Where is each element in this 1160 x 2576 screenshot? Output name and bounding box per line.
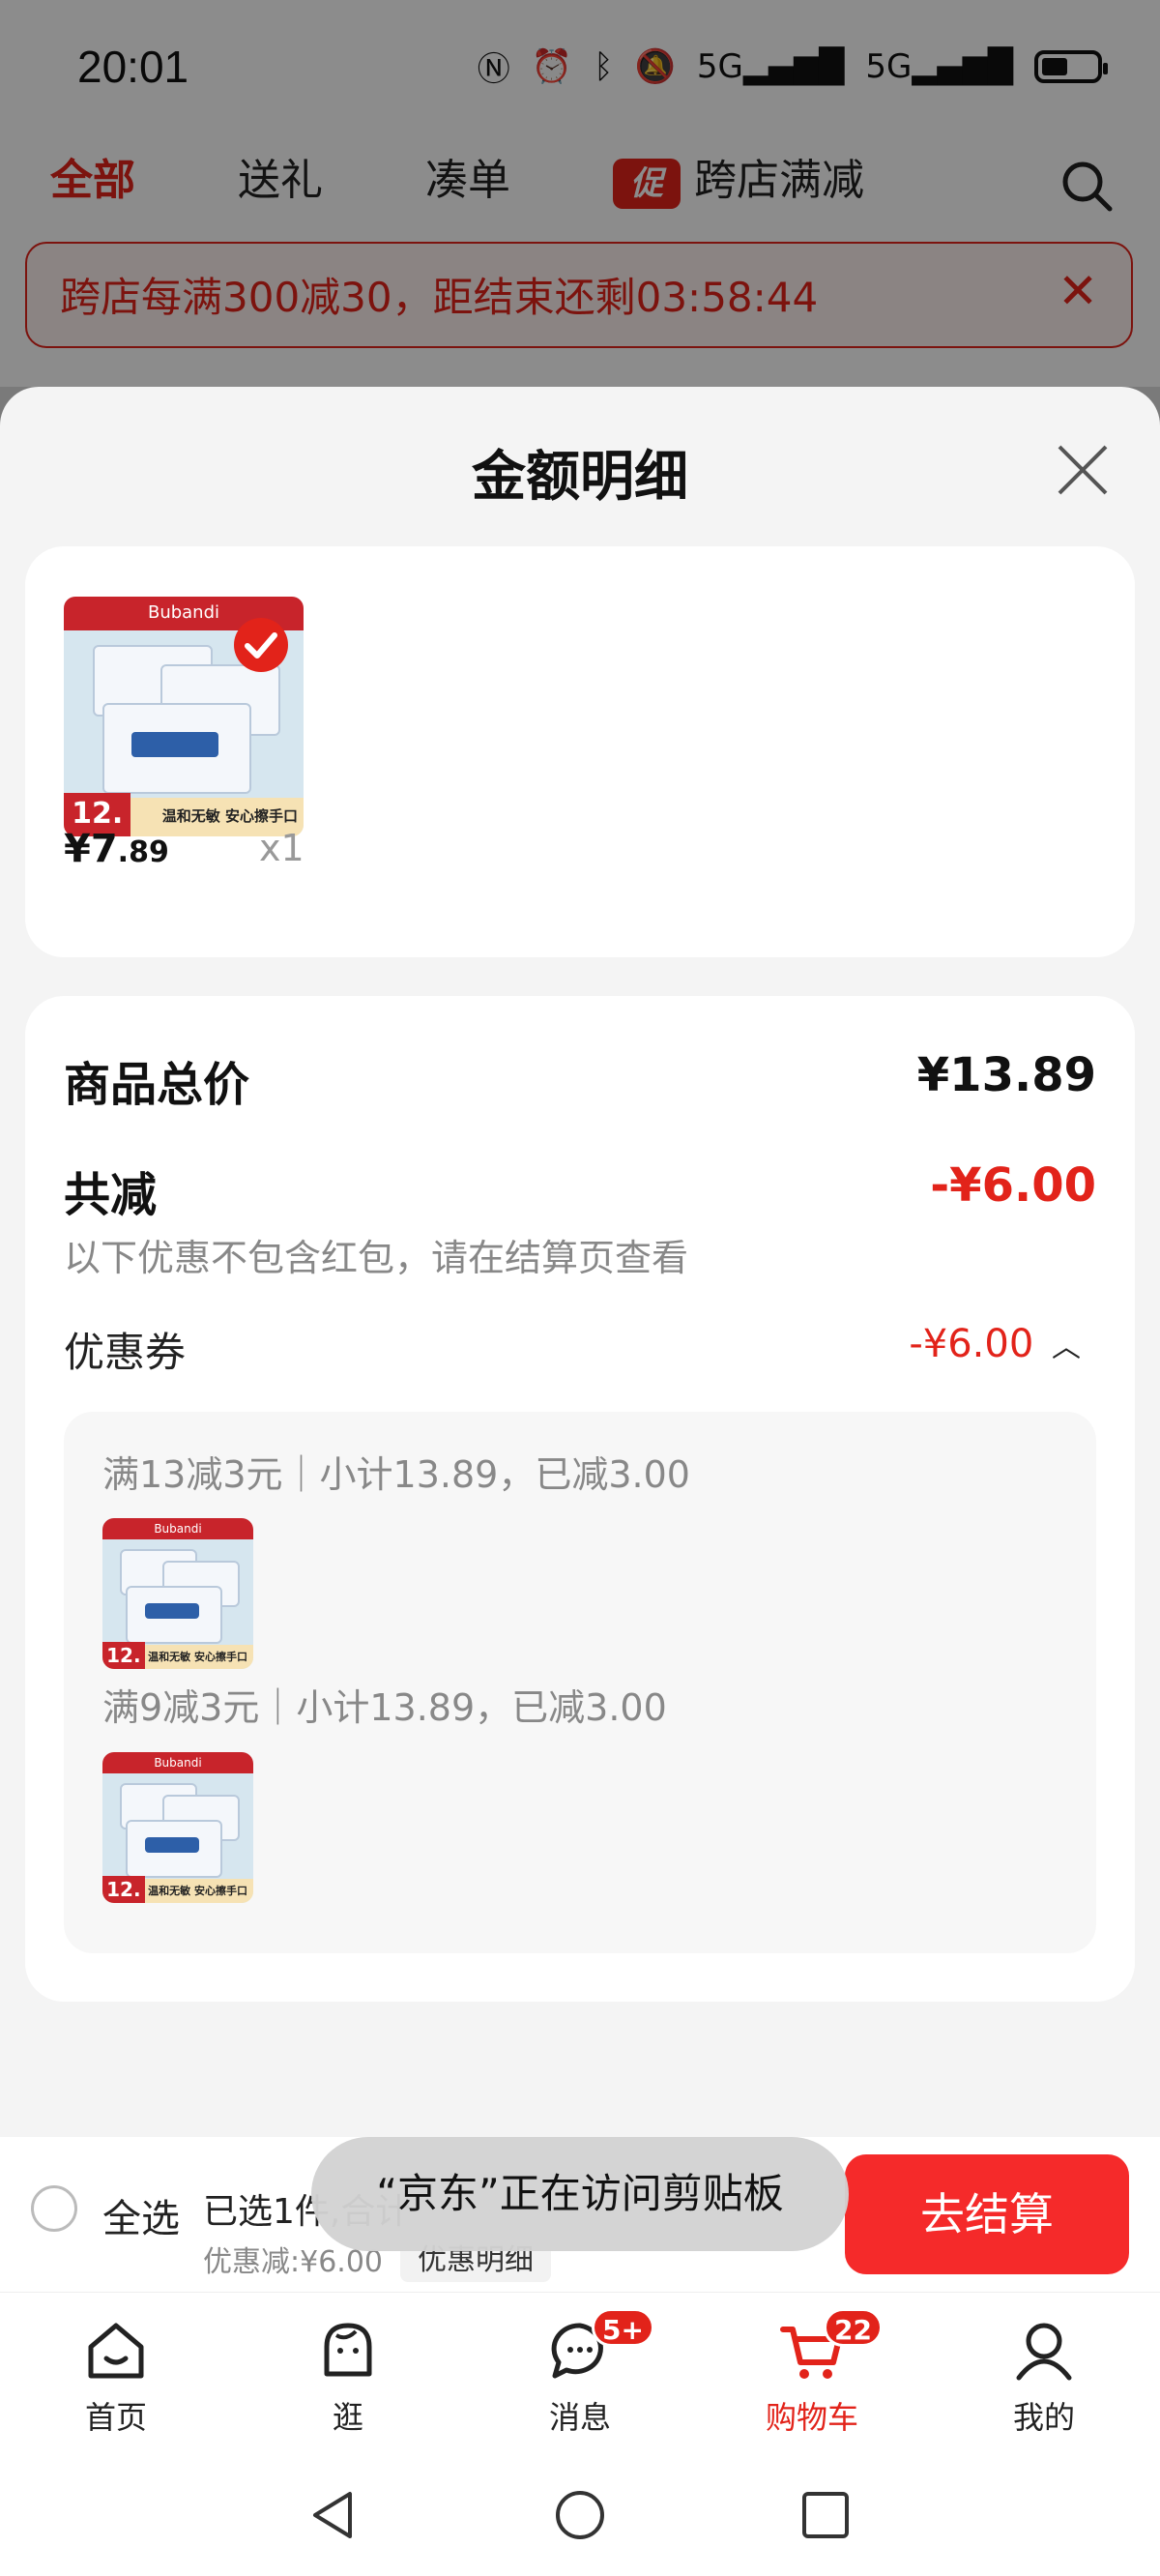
select-all-label[interactable]: 全选 bbox=[102, 2187, 180, 2243]
product-thumbnail[interactable]: Bubandi 温和无敏 安心擦手口 12. bbox=[64, 597, 304, 836]
back-icon[interactable] bbox=[307, 2488, 362, 2542]
overlay-dim[interactable] bbox=[0, 0, 1160, 387]
tab-cart[interactable]: 22 购物车 bbox=[735, 2308, 889, 2438]
tab-messages-label: 消息 bbox=[548, 2399, 611, 2436]
tab-home[interactable]: 首页 bbox=[39, 2316, 193, 2438]
tab-profile[interactable]: 我的 bbox=[967, 2316, 1121, 2438]
coupon-line-2: 满9减3元｜小计13.89，已减3.00 bbox=[102, 1686, 667, 1729]
background-page: 20:01 Ⓝ ⏰ ᛒ 🔕 5G▂▄▆█ 5G▂▄▆█ 全部 送礼 凑单 促跨店… bbox=[0, 0, 1160, 387]
tab-bar: 首页 逛 5+ 消息 22 购物车 我的 bbox=[0, 2292, 1160, 2452]
cart-badge: 22 bbox=[824, 2308, 883, 2347]
select-all-radio[interactable] bbox=[31, 2185, 77, 2232]
coupon-detail-box: 满13减3元｜小计13.89，已减3.00 Bubandi 温和无敏 安心擦手口… bbox=[64, 1412, 1096, 1953]
product-card: Bubandi 温和无敏 安心擦手口 12. ¥7.89 x1 bbox=[25, 546, 1135, 957]
amount-detail-sheet: 金额明细 Bubandi 温和无敏 安心擦手口 12. ¥7.89 x1 商品总… bbox=[0, 387, 1160, 2137]
summary-card: 商品总价 ¥13.89 共减 -¥6.00 以下优惠不包含红包，请在结算页查看 … bbox=[25, 996, 1135, 2002]
product-price: ¥7.89 bbox=[64, 827, 169, 871]
checked-icon bbox=[234, 618, 288, 672]
tab-messages[interactable]: 5+ 消息 bbox=[503, 2308, 657, 2438]
coupon-product-thumbnail[interactable]: Bubandi 温和无敏 安心擦手口 12. bbox=[102, 1518, 253, 1669]
coupon-label: 优惠券 bbox=[64, 1329, 187, 1376]
discover-icon bbox=[324, 2323, 372, 2377]
discount-note: 以下优惠不包含红包，请在结算页查看 bbox=[64, 1237, 689, 1279]
system-nav-bar bbox=[0, 2451, 1160, 2576]
home-circle-icon[interactable] bbox=[553, 2488, 607, 2542]
tab-cart-label: 购物车 bbox=[765, 2399, 858, 2436]
tab-profile-label: 我的 bbox=[1012, 2399, 1075, 2436]
total-label: 商品总价 bbox=[64, 1058, 250, 1112]
total-value: ¥13.89 bbox=[916, 1048, 1096, 1102]
tab-discover[interactable]: 逛 bbox=[271, 2316, 425, 2438]
profile-icon bbox=[1016, 2323, 1072, 2381]
checkout-button[interactable]: 去结算 bbox=[845, 2154, 1129, 2274]
recents-icon[interactable] bbox=[798, 2488, 853, 2542]
tab-home-label: 首页 bbox=[84, 2399, 147, 2436]
discount-label: 共减 bbox=[64, 1168, 158, 1222]
message-badge: 5+ bbox=[592, 2308, 654, 2347]
home-icon bbox=[88, 2323, 144, 2379]
sheet-title: 金额明细 bbox=[472, 446, 688, 509]
coupon-line-1: 满13减3元｜小计13.89，已减3.00 bbox=[102, 1453, 690, 1496]
tab-discover-label: 逛 bbox=[332, 2399, 363, 2436]
coupon-product-thumbnail[interactable]: Bubandi 温和无敏 安心擦手口 12. bbox=[102, 1752, 253, 1903]
product-qty: x1 bbox=[259, 827, 304, 869]
discount-value: -¥6.00 bbox=[930, 1158, 1096, 1213]
coupon-value[interactable]: -¥6.00 ︿ bbox=[909, 1322, 1081, 1366]
close-icon[interactable] bbox=[1054, 441, 1112, 499]
clipboard-toast: “京东”正在访问剪贴板 bbox=[311, 2137, 849, 2251]
chevron-up-icon[interactable]: ︿ bbox=[1052, 1331, 1081, 1364]
